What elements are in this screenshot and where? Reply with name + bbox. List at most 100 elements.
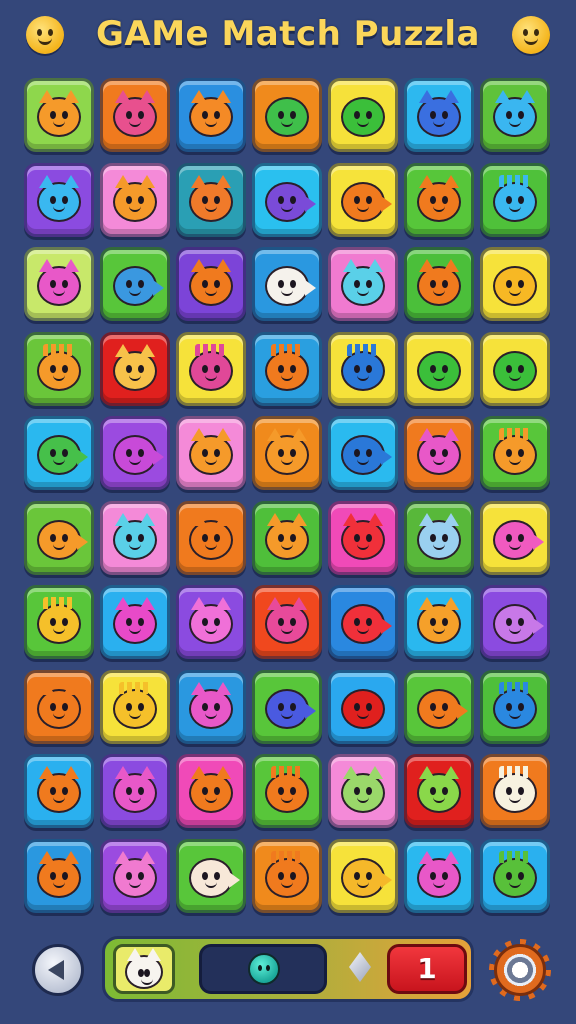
diamond-icon (349, 952, 371, 982)
cat-creature-icon (113, 512, 157, 560)
game-tile[interactable] (176, 162, 246, 237)
header: GAMe Match Puzzla (0, 0, 576, 78)
cat-creature-icon (189, 428, 233, 475)
game-tile[interactable] (252, 162, 322, 237)
game-tile[interactable] (176, 78, 246, 152)
game-tile[interactable] (24, 754, 94, 828)
game-tile[interactable] (100, 162, 170, 237)
game-tile[interactable] (176, 247, 246, 321)
cat-creature-icon (417, 766, 461, 813)
game-tile[interactable] (404, 162, 474, 237)
game-tile[interactable] (100, 78, 170, 152)
game-tile[interactable] (24, 838, 94, 913)
game-tile[interactable] (328, 669, 398, 744)
game-tile[interactable] (480, 838, 550, 913)
settings-button[interactable] (489, 939, 551, 1001)
cat-creature-icon (113, 343, 157, 391)
fish-creature-icon (265, 688, 316, 729)
fish-creature-icon (341, 604, 392, 644)
game-tile[interactable] (252, 247, 322, 321)
game-tile[interactable] (480, 162, 550, 237)
game-tile[interactable] (24, 247, 94, 321)
game-tile[interactable] (404, 78, 474, 152)
game-tile[interactable] (404, 838, 474, 913)
match-bar: 1 (102, 936, 474, 1002)
blob-creature-icon (493, 266, 537, 306)
game-tile[interactable] (328, 416, 398, 490)
game-tile[interactable] (328, 162, 398, 237)
game-tile[interactable] (404, 416, 474, 490)
game-tile[interactable] (252, 754, 322, 828)
spiky-creature-icon (493, 850, 537, 898)
fish-creature-icon (37, 519, 88, 560)
game-tile[interactable] (24, 585, 94, 659)
cat-creature-icon (189, 259, 233, 306)
game-tile[interactable] (24, 669, 94, 744)
game-tile[interactable] (252, 500, 322, 575)
game-tile[interactable] (480, 585, 550, 659)
back-button[interactable] (32, 944, 84, 996)
game-tile[interactable] (100, 585, 170, 659)
spiky-creature-icon (493, 681, 537, 729)
game-tile[interactable] (100, 500, 170, 575)
game-tile[interactable] (404, 754, 474, 828)
game-tile[interactable] (100, 838, 170, 913)
cat-creature-icon (265, 428, 309, 475)
game-tile[interactable] (480, 500, 550, 575)
game-tile[interactable] (252, 838, 322, 913)
game-tile[interactable] (480, 669, 550, 744)
bottom-toolbar: 1 (0, 930, 576, 1024)
game-tile[interactable] (24, 78, 94, 152)
selected-tile[interactable] (113, 944, 175, 994)
game-tile[interactable] (100, 331, 170, 406)
cat-creature-icon (37, 90, 81, 137)
game-tile[interactable] (100, 754, 170, 828)
game-tile[interactable] (252, 669, 322, 744)
game-tile[interactable] (328, 78, 398, 152)
game-tile[interactable] (100, 247, 170, 321)
game-tile[interactable] (328, 838, 398, 913)
game-tile[interactable] (404, 669, 474, 744)
game-tile[interactable] (176, 500, 246, 575)
game-tile[interactable] (24, 162, 94, 237)
game-tile[interactable] (100, 669, 170, 744)
game-tile[interactable] (176, 754, 246, 828)
game-tile[interactable] (24, 416, 94, 490)
game-tile[interactable] (480, 331, 550, 406)
smiley-face-icon[interactable] (512, 16, 550, 54)
game-tile[interactable] (252, 78, 322, 152)
game-tile[interactable] (480, 416, 550, 490)
fish-creature-icon (341, 435, 392, 475)
cat-creature-icon (417, 428, 461, 475)
game-tile[interactable] (328, 247, 398, 321)
game-tile[interactable] (328, 585, 398, 659)
game-tile[interactable] (404, 585, 474, 659)
game-tile[interactable] (328, 331, 398, 406)
cat-creature-icon (37, 259, 81, 306)
game-tile[interactable] (176, 416, 246, 490)
game-tile[interactable] (404, 500, 474, 575)
game-tile[interactable] (100, 416, 170, 490)
game-tile[interactable] (480, 754, 550, 828)
game-tile[interactable] (480, 247, 550, 321)
cat-creature-icon (37, 766, 81, 813)
game-tile[interactable] (252, 585, 322, 659)
cat-creature-icon (341, 259, 385, 306)
cat-creature-icon (417, 597, 461, 644)
game-tile[interactable] (404, 247, 474, 321)
game-tile[interactable] (480, 78, 550, 152)
cat-creature-icon (417, 174, 461, 222)
game-tile[interactable] (328, 754, 398, 828)
game-tile[interactable] (176, 838, 246, 913)
game-tile[interactable] (24, 331, 94, 406)
fish-creature-icon (37, 435, 88, 475)
game-tile[interactable] (252, 416, 322, 490)
blob-creature-icon (493, 350, 537, 391)
game-tile[interactable] (176, 669, 246, 744)
game-tile[interactable] (328, 500, 398, 575)
game-tile[interactable] (176, 331, 246, 406)
game-tile[interactable] (24, 500, 94, 575)
game-tile[interactable] (252, 331, 322, 406)
game-tile[interactable] (404, 331, 474, 406)
game-tile[interactable] (176, 585, 246, 659)
